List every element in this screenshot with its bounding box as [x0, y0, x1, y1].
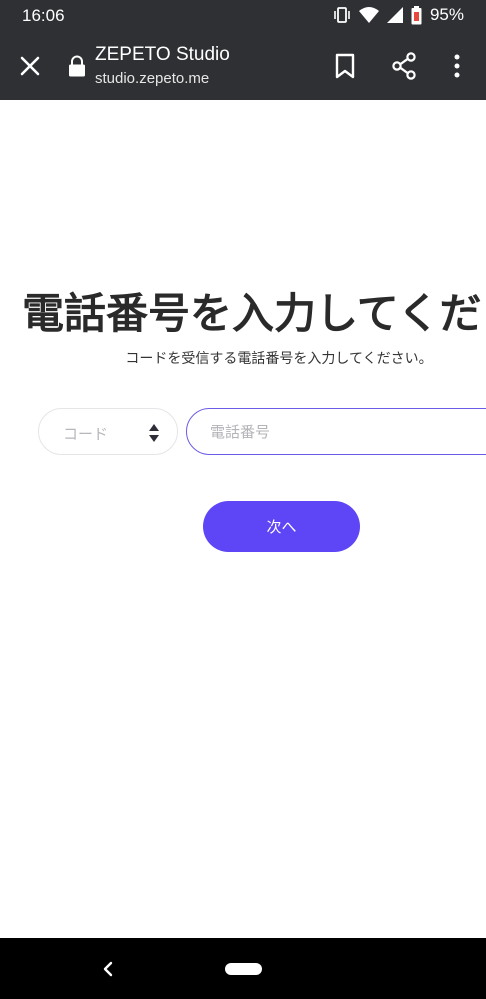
browser-toolbar: ZEPETO Studio studio.zepeto.me [0, 32, 486, 100]
battery-icon [411, 5, 422, 24]
more-vert-icon[interactable] [447, 52, 467, 80]
page-title-bar: ZEPETO Studio [95, 44, 230, 65]
page-subtitle: コードを受信する電話番号を入力してください。 [125, 351, 433, 367]
bookmark-icon[interactable] [333, 52, 357, 80]
home-pill[interactable] [225, 963, 262, 975]
close-icon[interactable] [18, 54, 42, 78]
wifi-icon [358, 7, 379, 23]
status-time: 16:06 [22, 6, 65, 25]
phone-number-input[interactable] [186, 408, 486, 455]
next-button[interactable]: 次へ [203, 501, 360, 552]
page-content: 電話番号を入力してください コードを受信する電話番号を入力してください。 コード… [0, 100, 486, 938]
lock-icon [69, 55, 85, 77]
vibrate-icon [334, 7, 350, 23]
share-icon[interactable] [391, 52, 417, 80]
url-text: studio.zepeto.me [95, 70, 210, 87]
signal-icon [386, 7, 403, 23]
country-code-label: コード [63, 425, 109, 443]
status-bar: 16:06 95% [0, 0, 486, 32]
country-code-select[interactable]: コード [38, 408, 178, 455]
select-arrows-icon [149, 424, 159, 442]
battery-percent: 95% [429, 5, 464, 24]
status-icons: 95% [333, 5, 464, 25]
page-heading: 電話番号を入力してください [22, 289, 486, 338]
system-nav-bar [0, 938, 486, 999]
back-icon[interactable] [98, 958, 118, 980]
